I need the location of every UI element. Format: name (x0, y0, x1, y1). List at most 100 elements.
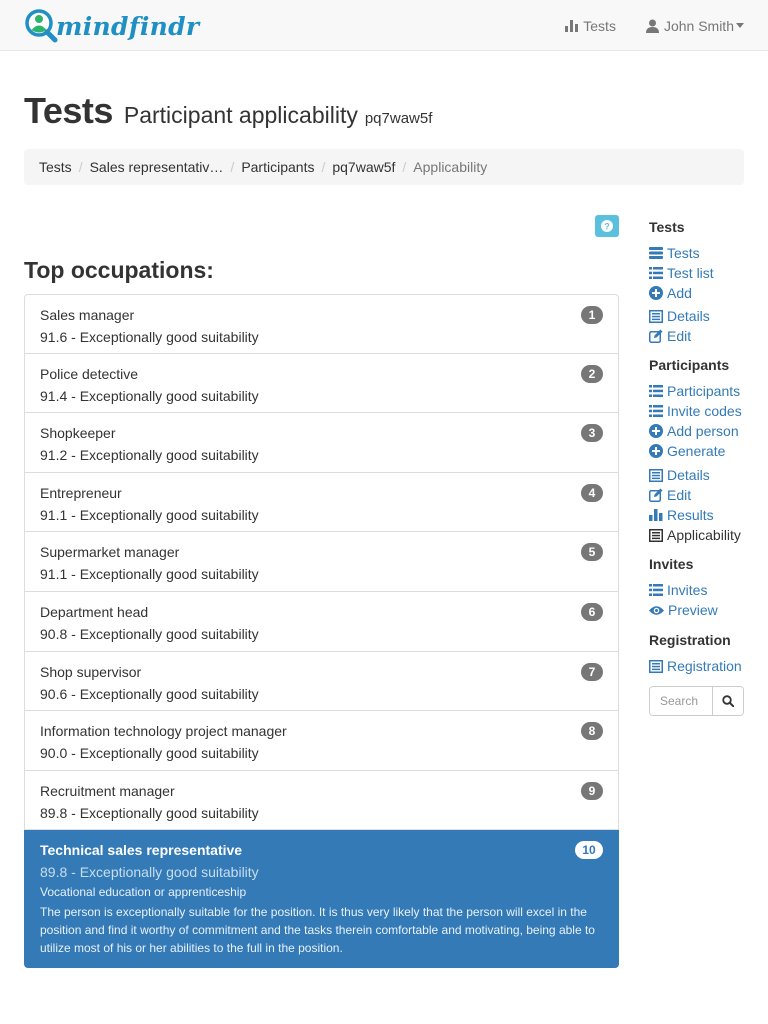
breadcrumb-separator: / (321, 159, 326, 175)
breadcrumb-separator: / (402, 159, 407, 175)
nav-tests-link[interactable]: Tests (565, 18, 616, 34)
magnifier-person-icon (24, 9, 58, 43)
plus-circle-icon (649, 286, 663, 300)
section-title: Top occupations: (24, 257, 214, 283)
occupation-score: 91.1 - Exceptionally good suitability (40, 566, 259, 583)
sidebar-item-label: Invite codes (667, 403, 742, 419)
sidebar-item-label: Results (667, 507, 714, 523)
sidebar-item-participant-details[interactable]: Details (649, 465, 759, 485)
user-icon (645, 19, 659, 33)
sidebar-item-label: Invites (667, 582, 708, 598)
list-item[interactable]: Recruitment manager 89.8 - Exceptionally… (24, 770, 619, 831)
list-item[interactable]: Police detective 91.4 - Exceptionally go… (24, 353, 619, 414)
breadcrumb-tests[interactable]: Tests (39, 159, 72, 175)
sidebar-item-invite-codes[interactable]: Invite codes (649, 401, 759, 421)
rank-badge: 7 (581, 662, 603, 681)
sidebar-item-add[interactable]: Add (649, 283, 759, 303)
breadcrumb-separator: / (230, 159, 235, 175)
occupation-description: The person is exceptionally suitable for… (40, 905, 595, 956)
breadcrumb-participants[interactable]: Participants (241, 159, 314, 175)
page-subtitle: Participant applicability (123, 102, 358, 128)
list-alt-icon (649, 659, 663, 673)
list-icon (649, 405, 663, 417)
breadcrumb: Tests / Sales representativ… / Participa… (24, 149, 744, 185)
help-button[interactable]: ? (595, 215, 619, 237)
sidebar-item-label: Applicability (667, 527, 741, 543)
caret-down-icon (736, 23, 744, 28)
page-title-main: Tests (24, 90, 113, 131)
brand-name: mindfindr (56, 11, 200, 41)
occupation-name: Sales manager (40, 307, 135, 323)
breadcrumb-separator: / (78, 159, 83, 175)
occupation-score: 91.1 - Exceptionally good suitability (40, 506, 259, 523)
list-item[interactable]: Sales manager 91.6 - Exceptionally good … (24, 294, 619, 354)
list-item[interactable]: Supermarket manager 91.1 - Exceptionally… (24, 532, 619, 592)
sidebar-item-tests[interactable]: Tests (649, 243, 759, 263)
sidebar-item-results[interactable]: Results (649, 505, 759, 525)
sidebar-item-test-list[interactable]: Test list (649, 263, 759, 283)
occupation-education: Vocational education or apprenticeship (40, 885, 247, 900)
question-circle-icon: ? (601, 220, 613, 232)
edit-icon (649, 488, 663, 502)
list-alt-icon (649, 309, 663, 323)
stats-icon (649, 509, 663, 521)
search-button[interactable] (712, 687, 743, 715)
sidebar-item-edit[interactable]: Edit (649, 326, 759, 346)
list-item[interactable]: Information technology project manager 9… (24, 711, 619, 771)
sidebar-search (649, 686, 744, 716)
sidebar-item-participant-edit[interactable]: Edit (649, 485, 759, 505)
list-item[interactable]: Entrepreneur 91.1 - Exceptionally good s… (24, 472, 619, 533)
search-input[interactable] (650, 687, 712, 715)
sidebar-item-generate[interactable]: Generate (649, 441, 759, 461)
list-alt-icon (649, 468, 663, 482)
sidebar-item-label: Add person (667, 423, 739, 439)
rank-badge: 3 (581, 424, 603, 443)
rank-badge: 8 (581, 722, 603, 741)
user-menu-dropdown[interactable]: John Smith (645, 17, 744, 34)
brand-logo-link[interactable]: mindfindr (24, 8, 199, 44)
list-item-selected[interactable]: Technical sales representative 89.8 - Ex… (24, 830, 619, 969)
tasks-icon (649, 247, 663, 259)
sidebar-item-label: Edit (667, 328, 692, 344)
occupation-name: Shopkeeper (40, 425, 116, 442)
occupation-name: Department head (40, 603, 149, 620)
breadcrumb-participant[interactable]: pq7waw5f (332, 159, 395, 175)
sidebar-heading-invites: Invites (649, 556, 694, 572)
sidebar-item-label: Tests (667, 245, 700, 261)
sidebar-item-preview[interactable]: Preview (649, 600, 759, 620)
list-item[interactable]: Shopkeeper 91.2 - Exceptionally good sui… (24, 413, 619, 473)
breadcrumb-test[interactable]: Sales representativ… (90, 159, 224, 175)
nav-tests-label: Tests (583, 17, 616, 34)
occupation-score: 89.8 - Exceptionally good suitability (40, 804, 259, 821)
sidebar-item-label: Preview (668, 602, 718, 618)
sidebar-item-label: Add (667, 285, 692, 301)
sidebar-item-participants[interactable]: Participants (649, 381, 759, 401)
rank-badge: 4 (581, 483, 603, 502)
occupation-score: 91.6 - Exceptionally good suitability (40, 329, 259, 345)
sidebar-item-label: Details (667, 308, 710, 324)
sidebar-item-label: Generate (667, 443, 726, 459)
occupation-score: 91.2 - Exceptionally good suitability (40, 447, 259, 464)
rank-badge: 6 (581, 602, 603, 621)
list-item[interactable]: Shop supervisor 90.6 - Exceptionally goo… (24, 651, 619, 712)
occupation-name: Information technology project manager (40, 723, 287, 740)
list-item[interactable]: Department head 90.8 - Exceptionally goo… (24, 591, 619, 652)
user-name: John Smith (663, 17, 734, 34)
occupation-score: 90.0 - Exceptionally good suitability (40, 745, 259, 762)
occupation-list: Sales manager 91.6 - Exceptionally good … (24, 294, 619, 969)
edit-icon (649, 329, 663, 343)
stats-icon (565, 19, 579, 32)
list-icon (649, 385, 663, 397)
list-alt-icon (649, 528, 663, 542)
occupation-name: Technical sales representative (40, 842, 243, 859)
occupation-score: 90.8 - Exceptionally good suitability (40, 625, 259, 642)
page-title: Tests Participant applicability pq7waw5f (24, 90, 432, 132)
search-icon (722, 695, 734, 707)
sidebar-item-registration[interactable]: Registration (649, 656, 759, 676)
sidebar-item-details[interactable]: Details (649, 306, 759, 326)
sidebar-item-invites[interactable]: Invites (649, 580, 759, 600)
sidebar-item-add-person[interactable]: Add person (649, 421, 759, 441)
sidebar-item-applicability[interactable]: Applicability (649, 525, 759, 545)
sidebar-item-label: Participants (667, 383, 741, 399)
plus-circle-icon (649, 444, 663, 458)
